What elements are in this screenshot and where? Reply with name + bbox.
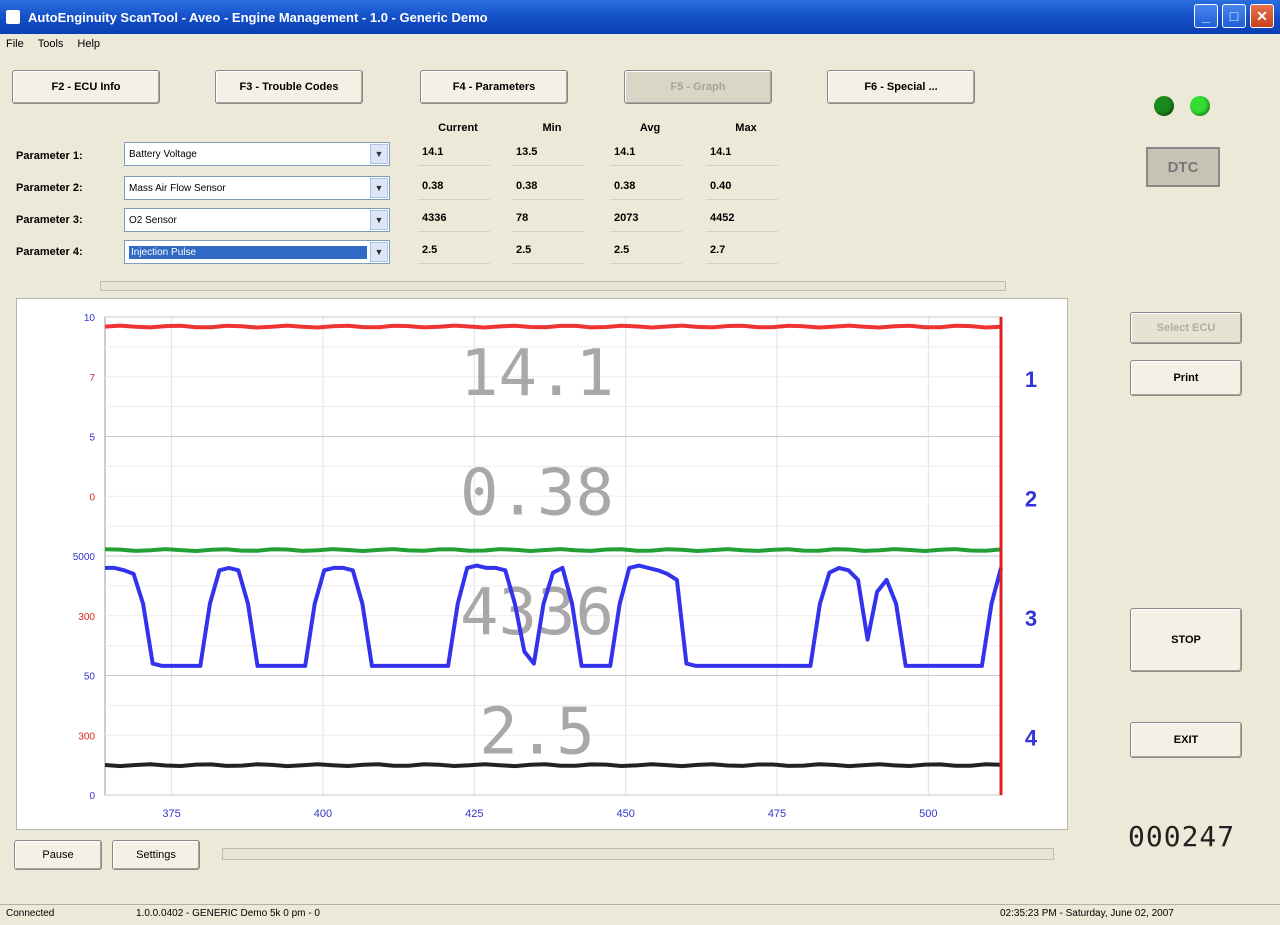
minimize-button[interactable]: _ (1194, 4, 1218, 28)
x-axis-tick-label: 450 (616, 808, 634, 820)
column-max: Max (735, 122, 757, 134)
p2-current: 0.38 (418, 174, 490, 200)
status-connection: Connected (6, 908, 55, 919)
p3-min: 78 (512, 206, 584, 232)
menu-bar: File Tools Help (0, 34, 1280, 54)
left-axis-tick-label: 5000 (73, 552, 96, 563)
x-axis-tick-label: 475 (768, 808, 786, 820)
menu-help[interactable]: Help (77, 38, 100, 50)
parameter-3-label: Parameter 3: (16, 214, 83, 226)
menu-file[interactable]: File (6, 38, 24, 50)
lane-label-4: 4 (1025, 726, 1038, 751)
parameter-1-value: Battery Voltage (129, 148, 197, 160)
sample-counter: 000247 (1128, 820, 1236, 853)
chevron-down-icon[interactable]: ▼ (370, 178, 388, 198)
title-bar: AutoEnginuity ScanTool - Aveo - Engine M… (0, 0, 1280, 34)
overlay-value-1: 14.1 (460, 337, 614, 411)
parameter-3-select[interactable]: O2 Sensor ▼ (124, 208, 390, 232)
column-current: Current (438, 122, 478, 134)
status-datetime: 02:35:23 PM - Saturday, June 02, 2007 (1000, 908, 1174, 919)
left-axis-tick-label: 0 (89, 492, 95, 503)
column-min: Min (542, 122, 562, 134)
p1-avg: 14.1 (610, 140, 682, 166)
app-icon (6, 10, 20, 24)
left-axis-tick-label: 300 (78, 731, 95, 742)
p4-max: 2.7 (706, 238, 778, 264)
chevron-down-icon[interactable]: ▼ (370, 210, 388, 230)
p4-current: 2.5 (418, 238, 490, 264)
series-line-1 (104, 323, 1002, 330)
select-ecu-button[interactable]: Select ECU (1130, 312, 1242, 344)
p3-avg: 2073 (610, 206, 682, 232)
parameter-2-value: Mass Air Flow Sensor (129, 182, 226, 194)
print-button[interactable]: Print (1130, 360, 1242, 396)
p2-max: 0.40 (706, 174, 778, 200)
parameter-2-label: Parameter 2: (16, 182, 83, 194)
top-scrollbar[interactable] (100, 281, 1006, 291)
lane-label-1: 1 (1025, 367, 1037, 392)
x-axis-tick-label: 375 (162, 808, 180, 820)
graph-button[interactable]: F5 - Graph (624, 70, 772, 104)
left-axis-tick-label: 300 (78, 612, 95, 623)
dtc-indicator: DTC (1146, 147, 1220, 187)
window-controls: _ □ ✕ (1194, 4, 1274, 28)
maximize-button[interactable]: □ (1222, 4, 1246, 28)
app-window: AutoEnginuity ScanTool - Aveo - Engine M… (0, 0, 1280, 925)
graph-panel: 10 7 5 0 5000 300 50 300 0 375 400 425 450 475 500 14.1… (16, 298, 1068, 830)
chevron-down-icon[interactable]: ▼ (370, 242, 388, 262)
parameter-1-label: Parameter 1: (16, 150, 83, 162)
p3-max: 4452 (706, 206, 778, 232)
p2-min: 0.38 (512, 174, 584, 200)
parameter-1-select[interactable]: Battery Voltage ▼ (124, 142, 390, 166)
p4-avg: 2.5 (610, 238, 682, 264)
parameter-2-select[interactable]: Mass Air Flow Sensor ▼ (124, 176, 390, 200)
graph-chart: 107505000300503000375 400 425 450 475 50014.1… (73, 313, 1038, 820)
exit-button[interactable]: EXIT (1130, 722, 1242, 758)
left-axis-tick-label: 5 (89, 433, 95, 444)
x-axis-tick-label: 425 (465, 808, 483, 820)
pause-button[interactable]: Pause (14, 840, 102, 870)
parameter-4-label: Parameter 4: (16, 246, 83, 258)
status-bar: Connected 1.0.0.0402 - GENERIC Demo 5k 0… (0, 904, 1280, 925)
parameter-4-select[interactable]: Injection Pulse ▼ (124, 240, 390, 264)
stop-button[interactable]: STOP (1130, 608, 1242, 672)
settings-button[interactable]: Settings (112, 840, 200, 870)
lane-label-2: 2 (1025, 487, 1037, 512)
series-line-4 (104, 762, 1002, 769)
close-button[interactable]: ✕ (1250, 4, 1274, 28)
status-led-1 (1154, 96, 1174, 116)
parameter-3-value: O2 Sensor (129, 214, 177, 226)
overlay-value-2: 0.38 (460, 457, 614, 531)
series-line-2 (104, 547, 1002, 553)
chevron-down-icon[interactable]: ▼ (370, 144, 388, 164)
status-led-2 (1190, 96, 1210, 116)
p1-current: 14.1 (418, 140, 490, 166)
bottom-scrollbar[interactable] (222, 848, 1054, 860)
status-version: 1.0.0.0402 - GENERIC Demo 5k 0 pm - 0 (136, 908, 320, 919)
left-axis-tick-label: 7 (89, 373, 95, 384)
p4-min: 2.5 (512, 238, 584, 264)
p1-min: 13.5 (512, 140, 584, 166)
parameter-4-value: Injection Pulse (129, 245, 367, 259)
window-title: AutoEnginuity ScanTool - Aveo - Engine M… (28, 9, 488, 25)
ecu-info-button[interactable]: F2 - ECU Info (12, 70, 160, 104)
overlay-value-4: 2.5 (479, 696, 595, 770)
p3-current: 4336 (418, 206, 490, 232)
special-button[interactable]: F6 - Special ... (827, 70, 975, 104)
p2-avg: 0.38 (610, 174, 682, 200)
parameters-button[interactable]: F4 - Parameters (420, 70, 568, 104)
column-avg: Avg (639, 122, 661, 134)
x-axis-tick-label: 500 (919, 808, 937, 820)
lane-label-3: 3 (1025, 606, 1037, 631)
left-axis-tick-label: 10 (84, 313, 96, 324)
p1-max: 14.1 (706, 140, 778, 166)
trouble-codes-button[interactable]: F3 - Trouble Codes (215, 70, 363, 104)
x-axis-tick-label: 400 (314, 808, 332, 820)
left-axis-tick-label: 50 (84, 672, 96, 683)
left-axis-tick-label: 0 (89, 791, 95, 802)
menu-tools[interactable]: Tools (38, 38, 64, 50)
